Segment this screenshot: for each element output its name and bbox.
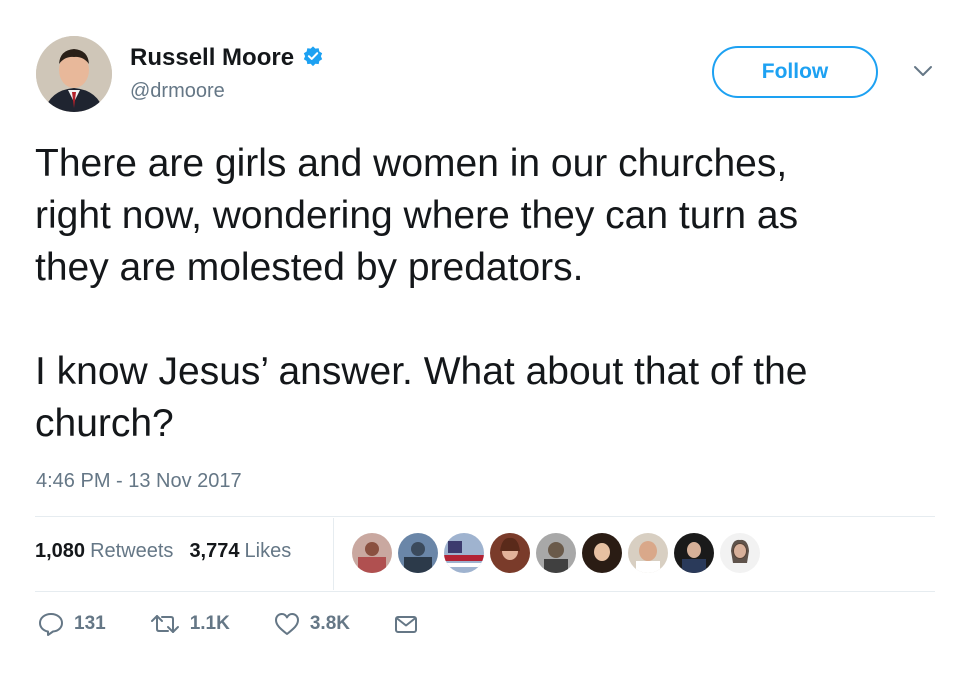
liker-avatar[interactable] [444, 533, 484, 573]
liker-avatar[interactable] [674, 533, 714, 573]
avatar[interactable] [36, 36, 112, 112]
reply-icon [38, 612, 64, 636]
reply-button[interactable]: 131 [38, 612, 106, 636]
retweet-button[interactable]: 1.1K [150, 613, 230, 635]
retweet-count: 1.1K [189, 613, 230, 634]
follow-button[interactable]: Follow [712, 46, 878, 98]
stats-separator [333, 518, 334, 590]
direct-message-button[interactable] [394, 614, 418, 634]
liker-avatars [352, 533, 760, 573]
liker-avatar[interactable] [582, 533, 622, 573]
verified-badge-icon [302, 45, 324, 72]
divider [35, 516, 935, 517]
chevron-down-icon[interactable] [912, 64, 934, 78]
likes-stat[interactable]: 3,774 Likes [189, 540, 291, 563]
retweets-count: 1,080 [35, 540, 86, 562]
liker-avatar[interactable] [352, 533, 392, 573]
like-count: 3.8K [309, 613, 350, 634]
envelope-icon [394, 614, 418, 634]
liker-avatar[interactable] [490, 533, 530, 573]
retweets-stat[interactable]: 1,080 Retweets [35, 540, 173, 563]
tweet-text: There are girls and women in our churche… [35, 142, 808, 445]
tweet-timestamp[interactable]: 4:46 PM - 13 Nov 2017 [36, 470, 242, 493]
retweets-label: Retweets [90, 540, 174, 562]
like-button[interactable]: 3.8K [274, 612, 350, 636]
reply-count: 131 [74, 613, 106, 634]
likes-label: Likes [244, 540, 292, 562]
liker-avatar[interactable] [398, 533, 438, 573]
divider [35, 591, 935, 592]
liker-avatar[interactable] [628, 533, 668, 573]
user-name-row: Russell Moore [130, 44, 324, 72]
likes-count: 3,774 [189, 540, 240, 562]
liker-avatar[interactable] [536, 533, 576, 573]
tweet-stats: 1,080 Retweets 3,774 Likes [35, 540, 307, 563]
heart-icon [274, 612, 300, 636]
retweet-icon [150, 613, 180, 635]
tweet-actions: 131 1.1K 3.8K [38, 612, 418, 636]
user-name[interactable]: Russell Moore [130, 44, 294, 72]
user-handle[interactable]: @drmoore [130, 80, 225, 103]
liker-avatar[interactable] [720, 533, 760, 573]
